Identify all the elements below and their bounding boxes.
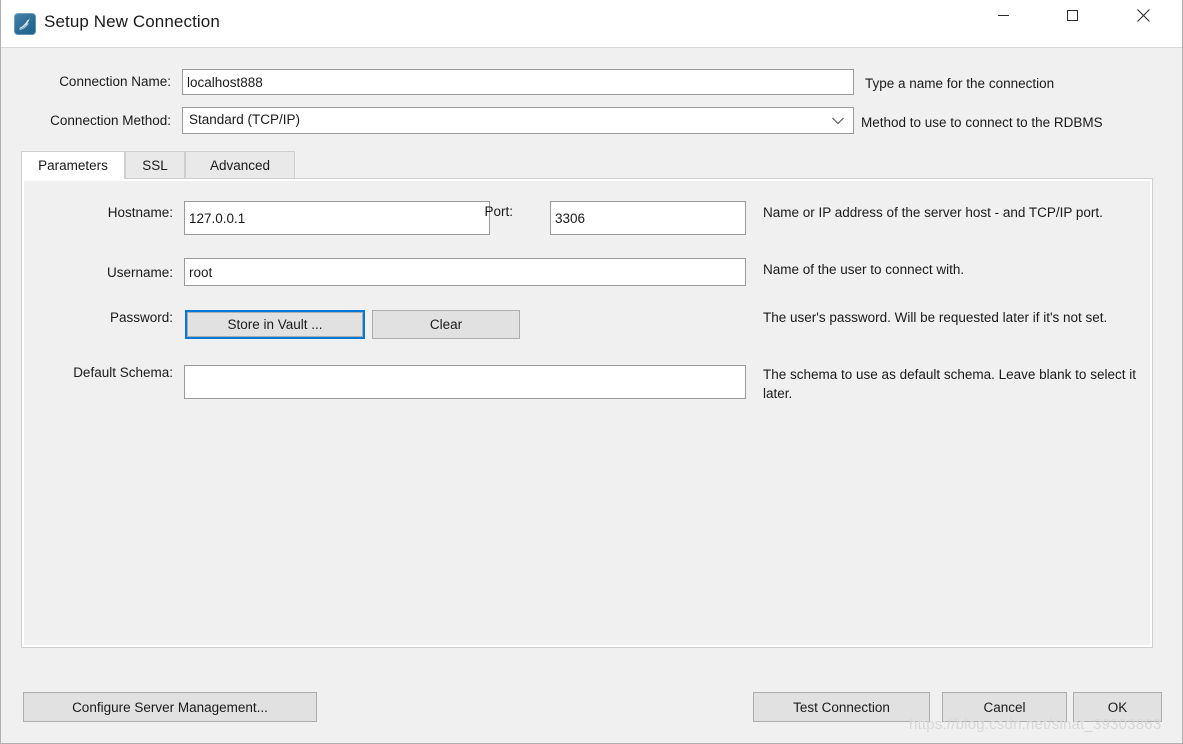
configure-server-management-button[interactable]: Configure Server Management... (23, 692, 317, 722)
connection-method-label: Connection Method: (50, 113, 171, 128)
setup-new-connection-dialog: Setup New Connection Connection Name: Ty… (0, 0, 1183, 744)
cancel-button[interactable]: Cancel (942, 692, 1067, 722)
title-bar: Setup New Connection (1, 0, 1182, 48)
minimize-icon[interactable] (980, 0, 1026, 30)
connection-method-selected-value: Standard (TCP/IP) (189, 112, 301, 127)
store-in-vault-button[interactable]: Store in Vault ... (185, 310, 365, 339)
maximize-icon[interactable] (1049, 0, 1095, 30)
default-schema-input[interactable] (184, 365, 746, 399)
default-schema-label: Default Schema: (73, 365, 173, 380)
hostname-port-hint: Name or IP address of the server host - … (763, 205, 1103, 220)
test-connection-button[interactable]: Test Connection (753, 692, 930, 722)
tab-parameters[interactable]: Parameters (21, 151, 125, 179)
connection-method-hint: Method to use to connect to the RDBMS (861, 115, 1103, 130)
default-schema-hint: The schema to use as default schema. Lea… (763, 367, 1136, 401)
password-hint: The user's password. Will be requested l… (763, 310, 1108, 325)
port-label: Port: (484, 204, 513, 219)
tab-ssl[interactable]: SSL (125, 151, 185, 178)
parameters-tab-panel (21, 178, 1153, 648)
clear-password-button[interactable]: Clear (372, 310, 520, 339)
chevron-down-icon (831, 115, 845, 127)
tab-advanced[interactable]: Advanced (185, 151, 295, 178)
password-label: Password: (109, 310, 173, 325)
username-label: Username: (106, 265, 173, 280)
close-icon[interactable] (1120, 0, 1166, 30)
username-hint: Name of the user to connect with. (763, 262, 965, 277)
tab-strip: Parameters SSL Advanced (21, 151, 1153, 179)
connection-name-label: Connection Name: (59, 74, 171, 89)
hostname-label: Hostname: (107, 205, 173, 220)
mysql-workbench-dolphin-icon (14, 13, 36, 35)
connection-name-input[interactable] (182, 69, 854, 95)
port-input[interactable] (550, 201, 746, 235)
username-input[interactable] (184, 258, 746, 286)
ok-button[interactable]: OK (1073, 692, 1162, 722)
window-title: Setup New Connection (44, 12, 220, 31)
connection-name-hint: Type a name for the connection (865, 76, 1055, 91)
connection-method-select[interactable]: Standard (TCP/IP) (182, 107, 854, 134)
